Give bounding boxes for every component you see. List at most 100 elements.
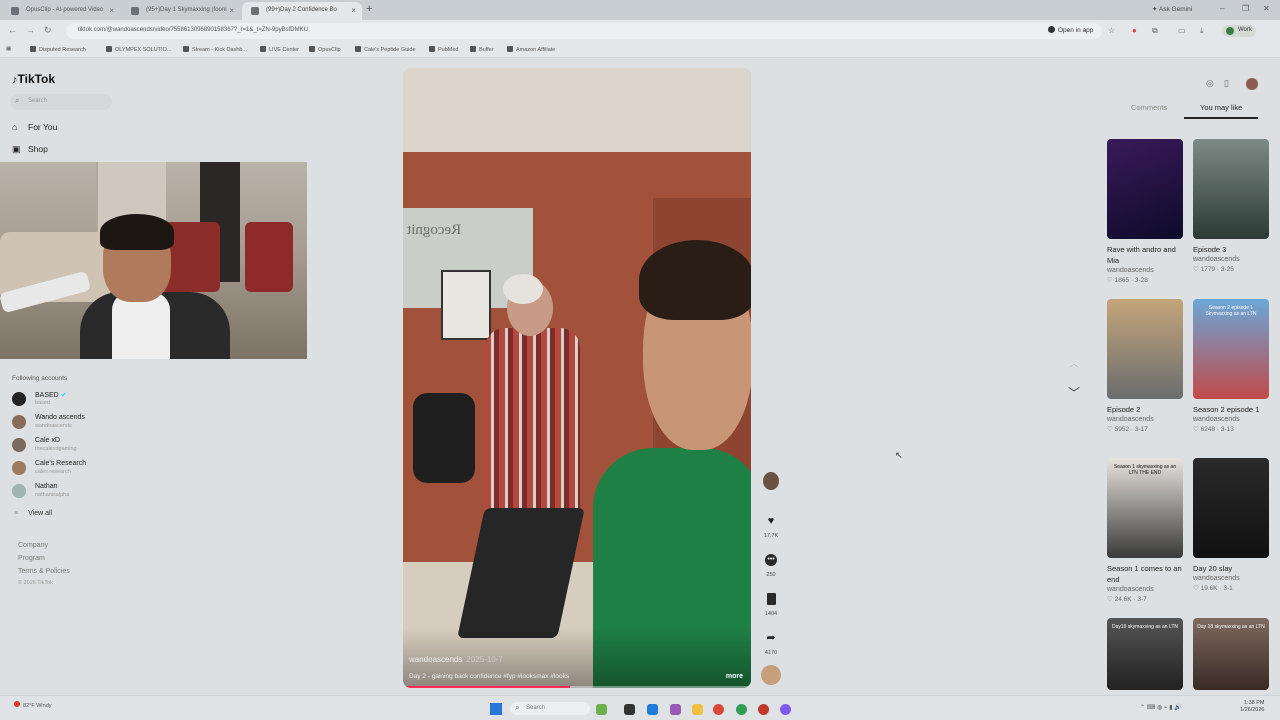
suggested-video-card[interactable]: Season 2 episode 1 Skymaxxing as an LTN … <box>1193 299 1269 435</box>
video-thumbnail <box>1193 139 1269 239</box>
clock-time: 1:38 PM <box>1243 700 1265 706</box>
bookmark-item[interactable]: Disputed Research <box>30 46 86 53</box>
minimize-icon[interactable]: – <box>1220 4 1224 13</box>
taskbar-clock[interactable]: 1:38 PM 1/26/2026 <box>1240 700 1264 714</box>
new-tab-icon[interactable]: + <box>366 3 372 15</box>
search-icon: ⌕ <box>515 703 520 712</box>
video-thumbnail <box>1107 139 1183 239</box>
previous-video-icon[interactable]: ︿ <box>1069 355 1079 370</box>
back-icon[interactable]: ← <box>8 25 17 35</box>
forward-icon[interactable]: → <box>26 25 35 35</box>
copilot-app-icon[interactable] <box>670 704 681 715</box>
bookmark-star-icon[interactable]: ☆ <box>1108 26 1115 35</box>
browser-tab-day1[interactable]: (95+)Day 1 Skymaxxing (fooni × <box>122 2 240 20</box>
browser-tab-day2[interactable]: (99+)Day 2 Confidence Bo × <box>242 2 362 20</box>
restore-icon[interactable]: ❐ <box>1242 4 1249 13</box>
bookmark-item[interactable]: Amazon Affiliate <box>507 46 555 53</box>
suggested-video-card[interactable]: Rave with andro and Mia wandoascends ♡ 1… <box>1107 139 1183 286</box>
card-meta-text: 24.6K · 3-7 <box>1114 596 1147 603</box>
thumbnail-overlay-text: Day 18 skymaxxing as an LTN <box>1197 624 1265 630</box>
suggested-video-card[interactable]: Day 18 skymaxxing as an LTN <box>1193 618 1269 690</box>
bookmark-item[interactable]: PubMed <box>429 46 459 53</box>
video-thumbnail <box>1107 299 1183 399</box>
suggested-video-card[interactable]: Episode 3 wandoascends ♡ 1779 · 3-25 <box>1193 139 1269 275</box>
close-window-icon[interactable]: ✕ <box>1263 4 1270 13</box>
reload-icon[interactable]: ↻ <box>44 25 52 36</box>
next-video-icon[interactable]: ﹀ <box>1068 384 1080 401</box>
apps-grid-icon[interactable]: ▦ <box>6 46 11 52</box>
cast-icon[interactable]: ▭ <box>1178 26 1186 35</box>
open-in-app-button[interactable]: Open in app <box>1048 26 1093 34</box>
save-button[interactable]: 1404 <box>760 593 782 617</box>
suggested-video-card[interactable]: Season 1 skymaxxing as an LTN THE END Se… <box>1107 458 1183 605</box>
close-tab-icon[interactable]: × <box>351 6 356 15</box>
account-handle: based <box>35 400 50 406</box>
tab-you-may-like[interactable]: You may like <box>1200 103 1242 112</box>
file-explorer-app-icon[interactable] <box>692 704 703 715</box>
browser-tab-opusclip[interactable]: OpusClip - AI-powered Video × <box>2 2 120 20</box>
user-avatar[interactable] <box>1246 78 1258 90</box>
edge-app-icon[interactable] <box>647 704 658 715</box>
widgets-app-icon[interactable] <box>596 704 607 715</box>
extensions-puzzle-icon[interactable]: ⧉ <box>1152 26 1158 36</box>
tiktok-logo[interactable]: ♪TikTok <box>12 72 55 86</box>
chrome-app-icon[interactable] <box>713 704 724 715</box>
bookmark-item[interactable]: OpusClip <box>309 46 341 53</box>
following-account[interactable]: BASED ✔ based <box>12 390 132 410</box>
video-player[interactable]: Recognit wandoascends 2025-10-7 Day 2 - g… <box>403 68 751 688</box>
video-progress-bar[interactable] <box>403 686 751 688</box>
task-view-icon[interactable] <box>624 704 635 715</box>
recording-app-icon[interactable] <box>758 704 769 715</box>
close-tab-icon[interactable]: × <box>229 6 234 15</box>
bookmark-item[interactable]: Cale's Peptide Guide <box>355 46 416 53</box>
suggested-video-card[interactable]: Day19 skymaxxing as an LTN <box>1107 618 1183 690</box>
creator-avatar[interactable] <box>763 472 779 490</box>
tiktok-favicon-icon <box>251 7 259 15</box>
profile-button[interactable]: Work <box>1222 25 1256 37</box>
inbox-icon[interactable]: ▯ <box>1224 78 1229 89</box>
bookmark-label: Disputed Research <box>39 47 86 53</box>
heart-icon: ♥ <box>767 515 775 527</box>
following-account[interactable]: Cale's Research cales.research <box>12 459 132 479</box>
following-account[interactable]: Nathan nathanisalpha <box>12 482 132 502</box>
view-all-link[interactable]: ≡ View all <box>14 510 52 517</box>
tiktok-page: ♪TikTok ⌕ Search ⌂ For You ▣ Shop Following… <box>0 58 1280 695</box>
taskbar-search-input[interactable]: ⌕ Search <box>510 702 590 715</box>
download-icon[interactable]: ⤓ <box>1200 26 1204 36</box>
more-button[interactable]: more <box>726 673 743 680</box>
discord-app-icon[interactable] <box>780 704 791 715</box>
search-input[interactable]: ⌕ Search <box>10 94 112 110</box>
nav-for-you[interactable]: ⌂ For You <box>12 122 57 132</box>
video-guy-hair <box>639 240 751 320</box>
chrome-profile-app-icon[interactable] <box>736 704 747 715</box>
card-title: Episode 2 <box>1107 405 1141 414</box>
following-account[interactable]: Wando ascends wandoascends <box>12 413 132 433</box>
comment-button[interactable]: ••• 250 <box>760 554 782 578</box>
bookmark-item[interactable]: OLYMPEX SOLUTIO... <box>106 46 171 53</box>
following-account[interactable]: Cale xD thecalexdgaming <box>12 436 132 456</box>
close-tab-icon[interactable]: × <box>109 6 114 15</box>
windows-start-icon[interactable] <box>490 703 502 715</box>
suggested-video-card[interactable]: Episode 2 wandoascends ♡ 5952 · 3-17 <box>1107 299 1183 435</box>
footer-link-program[interactable]: Program <box>18 555 45 562</box>
like-button[interactable]: ♥ 17.7K <box>760 515 782 539</box>
url-input[interactable]: tiktok.com/@wandoascends/video/755861309… <box>66 23 1102 39</box>
send-icon[interactable]: ◎ <box>1206 78 1214 89</box>
tab-comments[interactable]: Comments <box>1131 103 1167 112</box>
video-author[interactable]: wandoascends 2025-10-7 <box>409 655 503 664</box>
nav-shop[interactable]: ▣ Shop <box>12 144 48 155</box>
footer-link-company[interactable]: Company <box>18 542 48 549</box>
bookmark-item[interactable]: Stream - Kick Dashb... <box>183 46 247 53</box>
bookmark-item[interactable]: Buffer <box>470 46 494 53</box>
system-tray[interactable]: ⌃ ⌨ ◍ ⌁ ▮ 🔊 <box>1140 704 1182 711</box>
share-button[interactable]: ➦ 4170 <box>760 632 782 656</box>
music-disc[interactable] <box>761 665 781 685</box>
bookmark-item[interactable]: LIVE Center <box>260 46 299 53</box>
suggested-video-card[interactable]: Day 20 slay wandoascends ♡ 19.6K · 3-1 <box>1193 458 1269 594</box>
footer-link-terms[interactable]: Terms & Policies <box>18 568 70 575</box>
extension-icon[interactable]: ● <box>1132 26 1137 35</box>
ask-gemini-button[interactable]: ✦ Ask Gemini <box>1152 5 1192 13</box>
card-meta-text: 5952 · 3-17 <box>1114 426 1148 433</box>
browser-tab-bar: OpusClip - AI-powered Video × (95+)Day 1… <box>0 0 1280 20</box>
weather-widget[interactable]: 82°F Windy <box>14 701 52 709</box>
